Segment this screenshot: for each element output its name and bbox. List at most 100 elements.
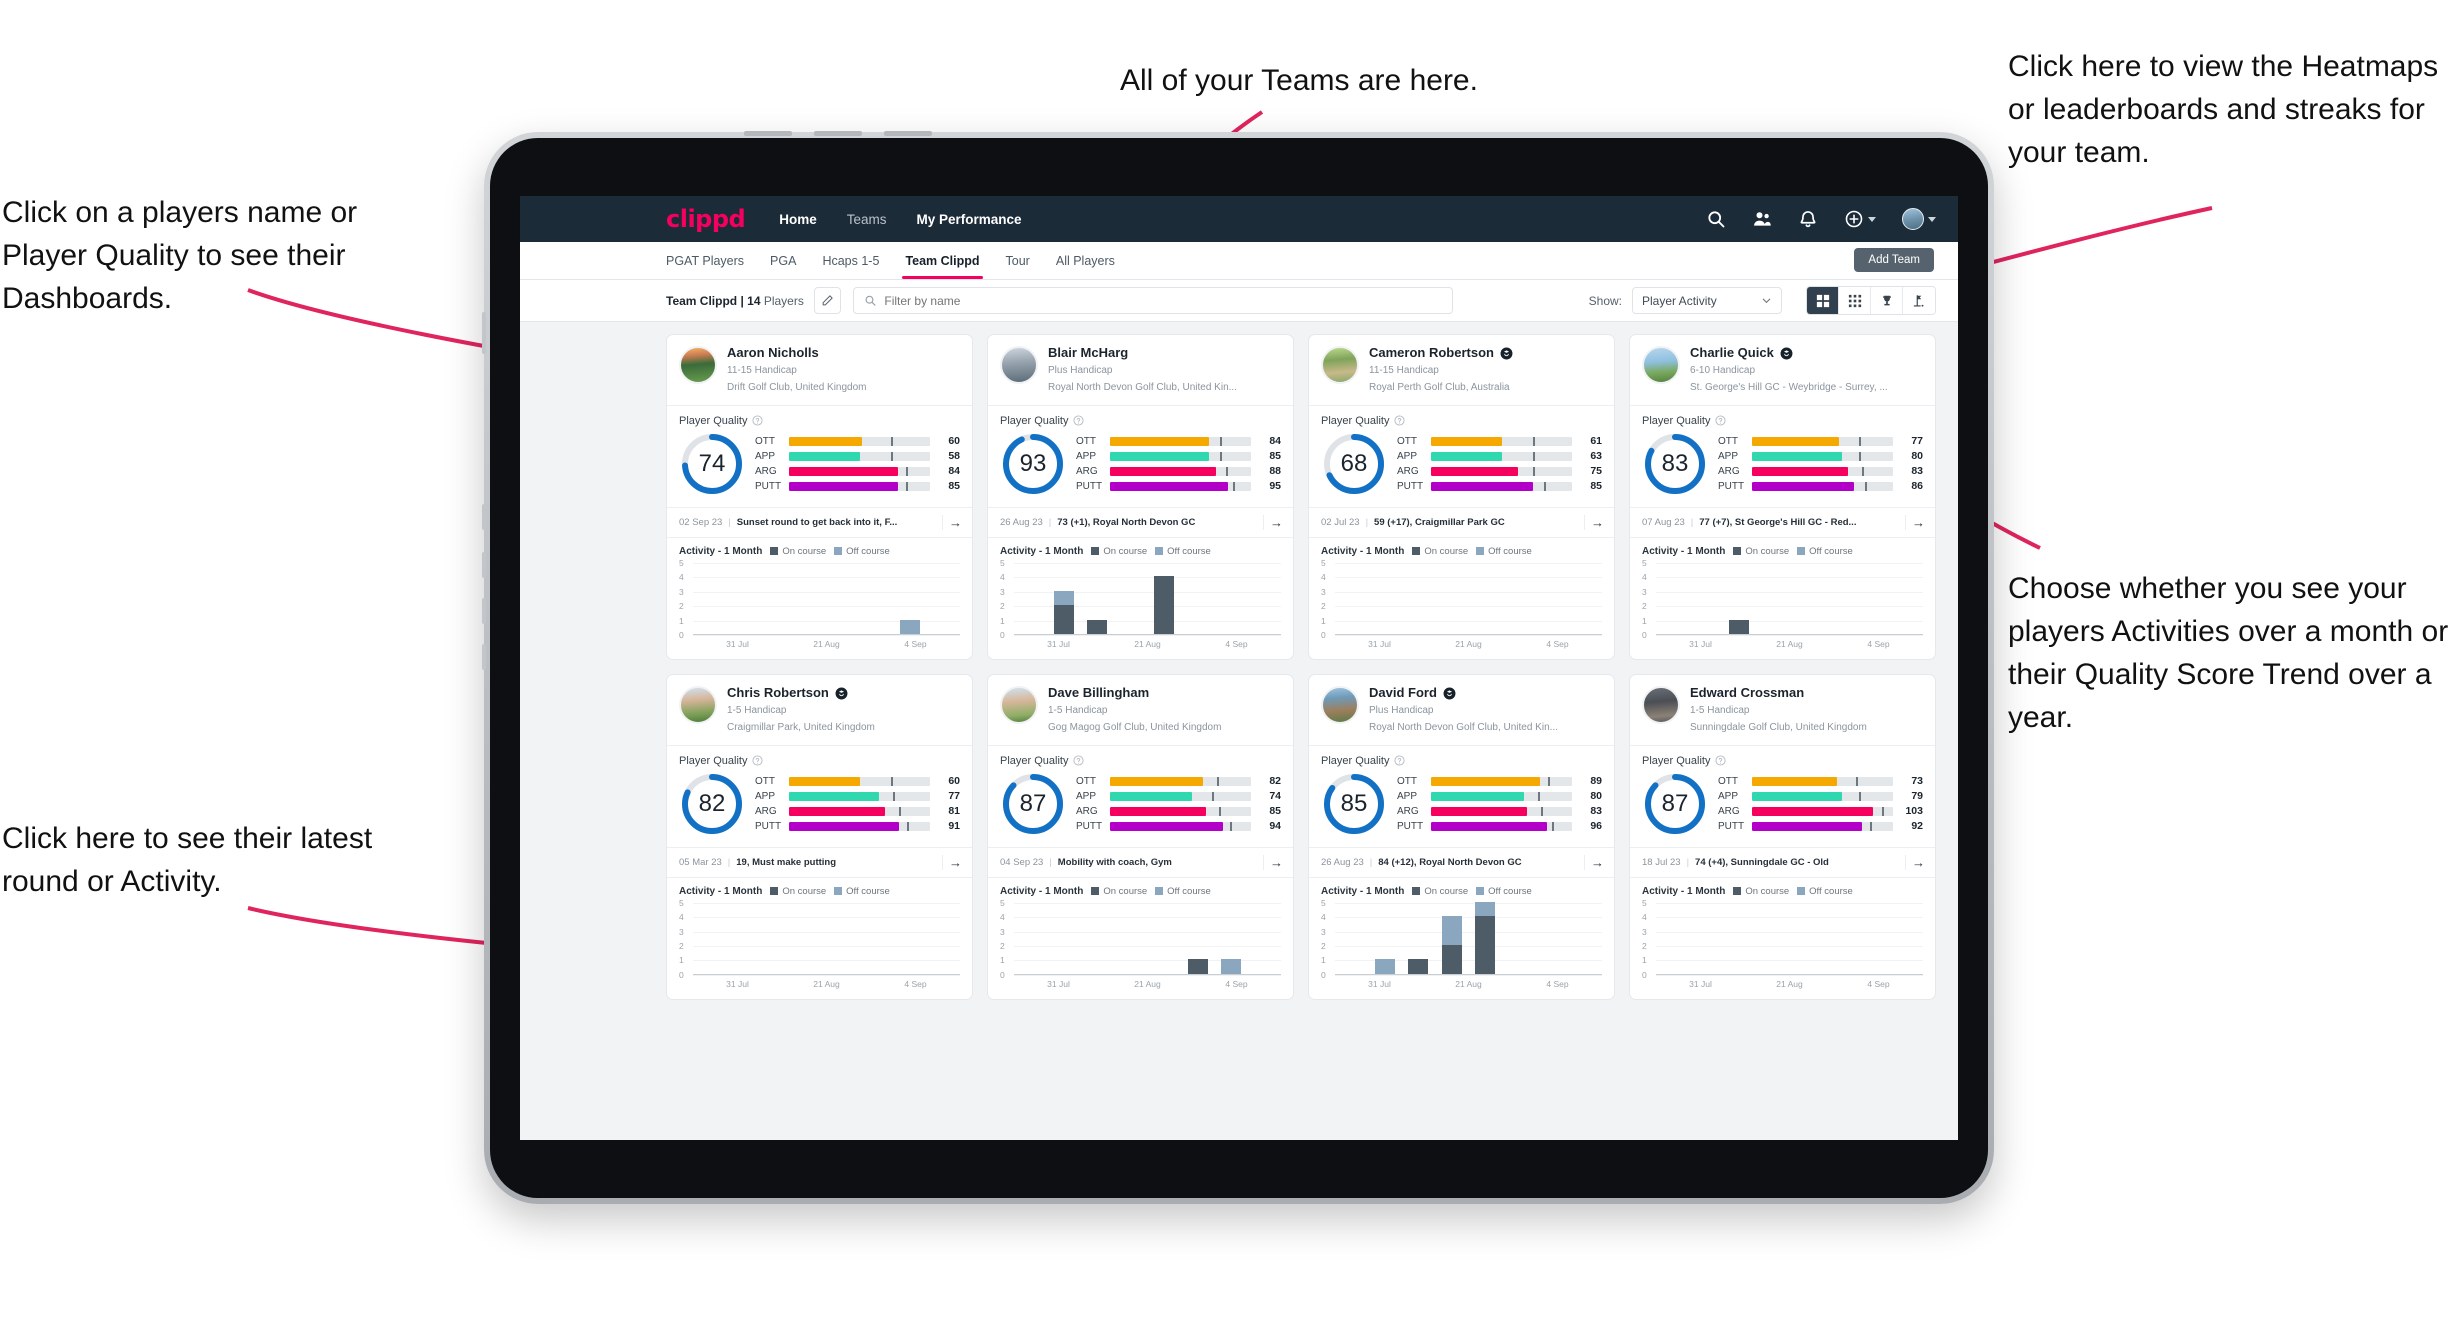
last-round-row[interactable]: 04 Sep 23 | Mobility with coach, Gym → (988, 846, 1293, 878)
player-card-header[interactable]: Aaron Nicholls 11-15 Handicap Drift Golf C… (667, 335, 972, 405)
plus-circle-icon[interactable] (1844, 209, 1876, 229)
help-icon[interactable] (752, 755, 764, 766)
player-name[interactable]: Blair McHarg (1048, 345, 1128, 361)
player-card-header[interactable]: Blair McHarg Plus Handicap Royal North Dev… (988, 335, 1293, 405)
player-quality-body[interactable]: 87 OTT 82 APP 74 ARG 85 PUTT 94 (988, 769, 1293, 847)
tab-pgat-players[interactable]: PGAT Players (666, 242, 744, 279)
tab-team-clippd[interactable]: Team Clippd (902, 242, 983, 279)
y-axis-tick: 2 (679, 601, 684, 612)
search-field-wrapper[interactable] (852, 287, 1453, 314)
y-axis-tick: 2 (1642, 941, 1647, 952)
arrow-right-icon[interactable]: → (1263, 854, 1283, 870)
arrow-right-icon[interactable]: → (942, 514, 962, 530)
show-select[interactable]: Player Activity (1632, 287, 1782, 314)
arrow-right-icon[interactable]: → (1905, 514, 1925, 530)
arrow-right-icon[interactable]: → (1584, 854, 1604, 870)
activity-title: Activity - 1 Month (1321, 885, 1405, 897)
help-icon[interactable] (752, 415, 764, 426)
metric-benchmark-tick (1548, 776, 1551, 786)
arrow-right-icon[interactable]: → (1584, 514, 1604, 530)
tab-hcaps-1-5[interactable]: Hcaps 1-5 (822, 242, 879, 279)
nav-link-my-performance[interactable]: My Performance (917, 212, 1022, 227)
player-card-header[interactable]: Edward Crossman 1-5 Handicap Sunningdale G… (1630, 675, 1935, 745)
last-round-row[interactable]: 02 Jul 23 | 59 (+17), Craigmillar Park GC → (1309, 506, 1614, 538)
player-card[interactable]: Cameron Robertson 11-15 Handicap Royal Per… (1308, 334, 1615, 660)
arrow-right-icon[interactable]: → (942, 854, 962, 870)
player-name[interactable]: Edward Crossman (1690, 685, 1804, 701)
player-quality-body[interactable]: 93 OTT 84 APP 85 ARG 88 PUTT 95 (988, 429, 1293, 507)
tab-all-players[interactable]: All Players (1056, 242, 1115, 279)
search-input[interactable] (884, 293, 1442, 308)
y-axis-tick: 2 (1321, 941, 1326, 952)
player-card[interactable]: Edward Crossman 1-5 Handicap Sunningdale G… (1629, 673, 1936, 1000)
metric-value: 92 (1911, 820, 1923, 833)
help-icon[interactable] (1715, 415, 1727, 426)
player-card-header[interactable]: Cameron Robertson 11-15 Handicap Royal Per… (1309, 335, 1614, 405)
player-card-header[interactable]: Dave Billingham 1-5 Handicap Gog Magog Gol… (988, 675, 1293, 745)
player-card-header[interactable]: Charlie Quick 6-10 Handicap St. George's H… (1630, 335, 1935, 405)
chart-plot-area: 5 4 3 2 1 0 (1000, 898, 1281, 980)
trophy-view-icon[interactable] (1871, 287, 1903, 314)
metric-value: 77 (1911, 435, 1923, 448)
help-icon[interactable] (1394, 755, 1406, 766)
player-card[interactable]: Chris Robertson 1-5 Handicap Craigmillar P… (666, 673, 973, 1000)
grid-view-icon[interactable] (1807, 287, 1839, 314)
metric-bar (1110, 821, 1251, 831)
avatar[interactable] (1902, 208, 1936, 230)
last-round-row[interactable]: 26 Aug 23 | 84 (+12), Royal North Devon GC… (1309, 846, 1614, 878)
metric-list: OTT 84 APP 85 ARG 88 PUTT 95 (1076, 435, 1281, 492)
clippd-logo[interactable]: clippd (666, 205, 746, 233)
tab-tour[interactable]: Tour (1006, 242, 1030, 279)
metric-benchmark-tick (898, 806, 901, 816)
x-axis-tick: 31 Jul (726, 638, 749, 649)
add-team-button[interactable]: Add Team (1854, 248, 1934, 272)
player-card-header[interactable]: David Ford Plus Handicap Royal North Devon… (1309, 675, 1614, 745)
last-round-row[interactable]: 02 Sep 23 | Sunset round to get back into … (667, 506, 972, 538)
player-card[interactable]: Charlie Quick 6-10 Handicap St. George's H… (1629, 334, 1936, 660)
player-quality-body[interactable]: 87 OTT 73 APP 79 ARG 103 PUTT 92 (1630, 769, 1935, 847)
search-icon[interactable] (1706, 209, 1726, 229)
metric-label: APP (1718, 450, 1739, 462)
nav-link-home[interactable]: Home (779, 212, 817, 227)
player-card[interactable]: David Ford Plus Handicap Royal North Devon… (1308, 673, 1615, 1000)
last-round-row[interactable]: 18 Jul 23 | 74 (+4), Sunningdale GC - Old → (1630, 846, 1935, 878)
player-card-header[interactable]: Chris Robertson 1-5 Handicap Craigmillar P… (667, 675, 972, 745)
bell-icon[interactable] (1798, 209, 1818, 229)
x-axis-tick: 21 Aug (1134, 638, 1161, 649)
player-name[interactable]: Dave Billingham (1048, 685, 1149, 701)
player-quality-body[interactable]: 82 OTT 60 APP 77 ARG 81 PUTT 91 (667, 769, 972, 847)
help-icon[interactable] (1073, 415, 1085, 426)
player-name[interactable]: David Ford (1369, 685, 1437, 701)
arrow-right-icon[interactable]: → (1263, 514, 1283, 530)
last-round-row[interactable]: 07 Aug 23 | 77 (+7), St George's Hill GC -… (1630, 506, 1935, 538)
player-grid-scroll[interactable]: Aaron Nicholls 11-15 Handicap Drift Golf C… (520, 322, 1958, 1140)
nav-link-teams[interactable]: Teams (847, 212, 887, 227)
player-quality-body[interactable]: 83 OTT 77 APP 80 ARG 83 PUTT 86 (1630, 429, 1935, 507)
player-name[interactable]: Chris Robertson (727, 685, 829, 701)
player-name[interactable]: Charlie Quick (1690, 345, 1774, 361)
player-club: Craigmillar Park, United Kingdom (727, 721, 875, 733)
golf-pin-view-icon[interactable] (1903, 287, 1935, 314)
player-card[interactable]: Blair McHarg Plus Handicap Royal North Dev… (987, 334, 1294, 660)
tab-pga[interactable]: PGA (770, 242, 796, 279)
player-quality-body[interactable]: 68 OTT 61 APP 63 ARG 75 PUTT 85 (1309, 429, 1614, 507)
dots-grid-view-icon[interactable] (1839, 287, 1871, 314)
player-name[interactable]: Cameron Robertson (1369, 345, 1494, 361)
help-icon[interactable] (1394, 415, 1406, 426)
help-icon[interactable] (1715, 755, 1727, 766)
last-round-row[interactable]: 05 Mar 23 | 19, Must make putting → (667, 846, 972, 878)
bar-slot (1148, 576, 1181, 634)
player-name[interactable]: Aaron Nicholls (727, 345, 819, 361)
people-icon[interactable] (1752, 209, 1772, 229)
player-quality-body[interactable]: 85 OTT 89 APP 80 ARG 83 PUTT 96 (1309, 769, 1614, 847)
y-axis-tick: 5 (1321, 897, 1326, 908)
player-card[interactable]: Aaron Nicholls 11-15 Handicap Drift Golf C… (666, 334, 973, 660)
arrow-right-icon[interactable]: → (1905, 854, 1925, 870)
last-round-row[interactable]: 26 Aug 23 | 73 (+1), Royal North Devon GC → (988, 506, 1293, 538)
gridline (693, 974, 960, 976)
player-quality-body[interactable]: 74 OTT 60 APP 58 ARG 84 PUTT 85 (667, 429, 972, 507)
edit-team-button[interactable] (813, 287, 841, 314)
player-card[interactable]: Dave Billingham 1-5 Handicap Gog Magog Gol… (987, 673, 1294, 1000)
help-icon[interactable] (1073, 755, 1085, 766)
metric-bar (789, 466, 930, 476)
